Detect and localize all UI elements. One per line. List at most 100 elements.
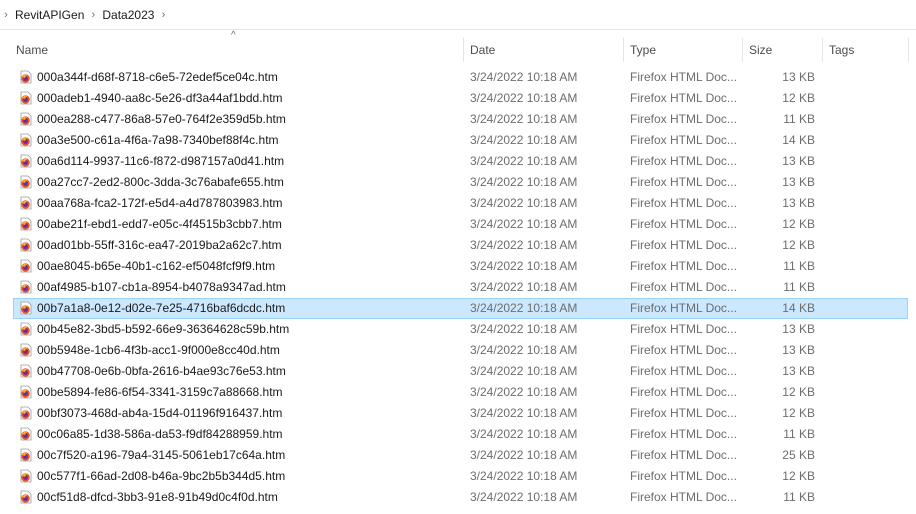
file-date: 3/24/2022 10:18 AM — [470, 343, 578, 357]
file-name[interactable]: 00b47708-0e6b-0bfa-2616-b4ae93c76e53.htm — [37, 362, 286, 381]
file-size: 13 KB — [782, 175, 815, 189]
file-type: Firefox HTML Doc... — [630, 322, 737, 336]
file-row[interactable]: 00a3e500-c61a-4f6a-7a98-7340bef88f4c.htm… — [13, 130, 908, 151]
file-type: Firefox HTML Doc... — [630, 385, 737, 399]
breadcrumb: › RevitAPIGen › Data2023 › — [0, 0, 916, 30]
file-row[interactable]: 00b7a1a8-0e12-d02e-7e25-4716baf6dcdc.htm… — [13, 298, 908, 319]
file-size: 12 KB — [782, 217, 815, 231]
file-name[interactable]: 00be5894-fe86-6f54-3341-3159c7a88668.htm — [37, 383, 283, 402]
file-size: 13 KB — [782, 322, 815, 336]
file-name[interactable]: 00b5948e-1cb6-4f3b-acc1-9f000e8cc40d.htm — [37, 341, 280, 360]
firefox-html-file-icon — [20, 490, 32, 504]
file-date: 3/24/2022 10:18 AM — [470, 364, 578, 378]
file-name[interactable]: 00ae8045-b65e-40b1-c162-ef5048fcf9f9.htm — [37, 257, 275, 276]
firefox-html-file-icon — [20, 469, 32, 483]
file-row[interactable]: 00ad01bb-55ff-316c-ea47-2019ba2a62c7.htm… — [13, 235, 908, 256]
file-row[interactable]: 000a344f-d68f-8718-c6e5-72edef5ce04c.htm… — [13, 67, 908, 88]
column-divider[interactable] — [742, 38, 743, 62]
file-row[interactable]: 000ea288-c477-86a8-57e0-764f2e359d5b.htm… — [13, 109, 908, 130]
file-row[interactable]: 00b47708-0e6b-0bfa-2616-b4ae93c76e53.htm… — [13, 361, 908, 382]
file-date: 3/24/2022 10:18 AM — [470, 469, 578, 483]
firefox-html-file-icon — [20, 238, 32, 252]
file-name[interactable]: 00b7a1a8-0e12-d02e-7e25-4716baf6dcdc.htm — [37, 299, 285, 318]
file-name[interactable]: 00b45e82-3bd5-b592-66e9-36364628c59b.htm — [37, 320, 289, 339]
file-name[interactable]: 00a27cc7-2ed2-800c-3dda-3c76abafe655.htm — [37, 173, 284, 192]
file-name[interactable]: 00c06a85-1d38-586a-da53-f9df84288959.htm — [37, 425, 283, 444]
file-row[interactable]: 00b45e82-3bd5-b592-66e9-36364628c59b.htm… — [13, 319, 908, 340]
chevron-right-icon[interactable]: › — [88, 9, 98, 21]
file-date: 3/24/2022 10:18 AM — [470, 490, 578, 504]
file-row[interactable]: 00bf3073-468d-ab4a-15d4-01196f916437.htm… — [13, 403, 908, 424]
file-name[interactable]: 00aa768a-fca2-172f-e5d4-a4d787803983.htm — [37, 194, 283, 213]
column-header-tags[interactable]: Tags — [824, 42, 904, 62]
file-type: Firefox HTML Doc... — [630, 70, 737, 84]
chevron-right-icon[interactable]: › — [1, 9, 11, 21]
firefox-html-file-icon — [20, 133, 32, 147]
file-date: 3/24/2022 10:18 AM — [470, 427, 578, 441]
file-row[interactable]: 00c06a85-1d38-586a-da53-f9df84288959.htm… — [13, 424, 908, 445]
file-row[interactable]: 00abe21f-ebd1-edd7-e05c-4f4515b3cbb7.htm… — [13, 214, 908, 235]
file-type: Firefox HTML Doc... — [630, 196, 737, 210]
file-name[interactable]: 000a344f-d68f-8718-c6e5-72edef5ce04c.htm — [37, 68, 278, 87]
file-name[interactable]: 00c7f520-a196-79a4-3145-5061eb17c64a.htm — [37, 446, 285, 465]
file-size: 12 KB — [782, 385, 815, 399]
column-divider[interactable] — [822, 38, 823, 62]
breadcrumb-item-data2023[interactable]: Data2023 — [102, 8, 154, 22]
file-name[interactable]: 00abe21f-ebd1-edd7-e05c-4f4515b3cbb7.htm — [37, 215, 282, 234]
file-date: 3/24/2022 10:18 AM — [470, 322, 578, 336]
column-header-date[interactable]: Date — [465, 42, 623, 62]
column-header-row: ^ Name Date Type Size Tags — [0, 30, 916, 64]
file-row[interactable]: 00be5894-fe86-6f54-3341-3159c7a88668.htm… — [13, 382, 908, 403]
file-size: 12 KB — [782, 91, 815, 105]
file-row[interactable]: 00ae8045-b65e-40b1-c162-ef5048fcf9f9.htm… — [13, 256, 908, 277]
file-row[interactable]: 00aa768a-fca2-172f-e5d4-a4d787803983.htm… — [13, 193, 908, 214]
chevron-right-icon[interactable]: › — [158, 9, 168, 21]
file-date: 3/24/2022 10:18 AM — [470, 154, 578, 168]
firefox-html-file-icon — [20, 364, 32, 378]
file-type: Firefox HTML Doc... — [630, 490, 737, 504]
file-date: 3/24/2022 10:18 AM — [470, 112, 578, 126]
file-size: 13 KB — [782, 70, 815, 84]
firefox-html-file-icon — [20, 322, 32, 336]
column-header-size[interactable]: Size — [744, 42, 822, 62]
file-row[interactable]: 00b5948e-1cb6-4f3b-acc1-9f000e8cc40d.htm… — [13, 340, 908, 361]
firefox-html-file-icon — [20, 112, 32, 126]
file-size: 11 KB — [783, 112, 815, 126]
file-size: 11 KB — [783, 490, 815, 504]
file-date: 3/24/2022 10:18 AM — [470, 238, 578, 252]
column-header-type[interactable]: Type — [625, 42, 742, 62]
firefox-html-file-icon — [20, 259, 32, 273]
firefox-html-file-icon — [20, 448, 32, 462]
file-row[interactable]: 00af4985-b107-cb1a-8954-b4078a9347ad.htm… — [13, 277, 908, 298]
file-type: Firefox HTML Doc... — [630, 91, 737, 105]
file-name[interactable]: 000adeb1-4940-aa8c-5e26-df3a44af1bdd.htm — [37, 89, 283, 108]
column-header-name[interactable]: Name — [11, 42, 463, 62]
sort-ascending-icon: ^ — [231, 30, 236, 41]
file-date: 3/24/2022 10:18 AM — [470, 448, 578, 462]
file-type: Firefox HTML Doc... — [630, 469, 737, 483]
breadcrumb-item-revitapigen[interactable]: RevitAPIGen — [15, 8, 84, 22]
file-size: 11 KB — [783, 259, 815, 273]
file-name[interactable]: 00ad01bb-55ff-316c-ea47-2019ba2a62c7.htm — [37, 236, 282, 255]
column-divider[interactable] — [623, 38, 624, 62]
file-row[interactable]: 000adeb1-4940-aa8c-5e26-df3a44af1bdd.htm… — [13, 88, 908, 109]
column-divider[interactable] — [463, 38, 464, 62]
file-name[interactable]: 000ea288-c477-86a8-57e0-764f2e359d5b.htm — [37, 110, 286, 129]
file-name[interactable]: 00a6d114-9937-11c6-f872-d987157a0d41.htm — [37, 152, 284, 171]
file-name[interactable]: 00cf51d8-dfcd-3bb3-91e8-91b49d0c4f0d.htm — [37, 488, 278, 507]
file-row[interactable]: 00c7f520-a196-79a4-3145-5061eb17c64a.htm… — [13, 445, 908, 466]
file-date: 3/24/2022 10:18 AM — [470, 280, 578, 294]
file-name[interactable]: 00a3e500-c61a-4f6a-7a98-7340bef88f4c.htm — [37, 131, 279, 150]
file-row[interactable]: 00a6d114-9937-11c6-f872-d987157a0d41.htm… — [13, 151, 908, 172]
file-row[interactable]: 00cf51d8-dfcd-3bb3-91e8-91b49d0c4f0d.htm… — [13, 487, 908, 508]
column-divider[interactable] — [908, 38, 909, 62]
file-row[interactable]: 00c577f1-66ad-2d08-b46a-9bc2b5b344d5.htm… — [13, 466, 908, 487]
firefox-html-file-icon — [20, 175, 32, 189]
file-type: Firefox HTML Doc... — [630, 238, 737, 252]
file-name[interactable]: 00af4985-b107-cb1a-8954-b4078a9347ad.htm — [37, 278, 286, 297]
file-size: 12 KB — [782, 469, 815, 483]
file-date: 3/24/2022 10:18 AM — [470, 133, 578, 147]
file-name[interactable]: 00c577f1-66ad-2d08-b46a-9bc2b5b344d5.htm — [37, 467, 285, 486]
file-name[interactable]: 00bf3073-468d-ab4a-15d4-01196f916437.htm — [37, 404, 282, 423]
file-row[interactable]: 00a27cc7-2ed2-800c-3dda-3c76abafe655.htm… — [13, 172, 908, 193]
